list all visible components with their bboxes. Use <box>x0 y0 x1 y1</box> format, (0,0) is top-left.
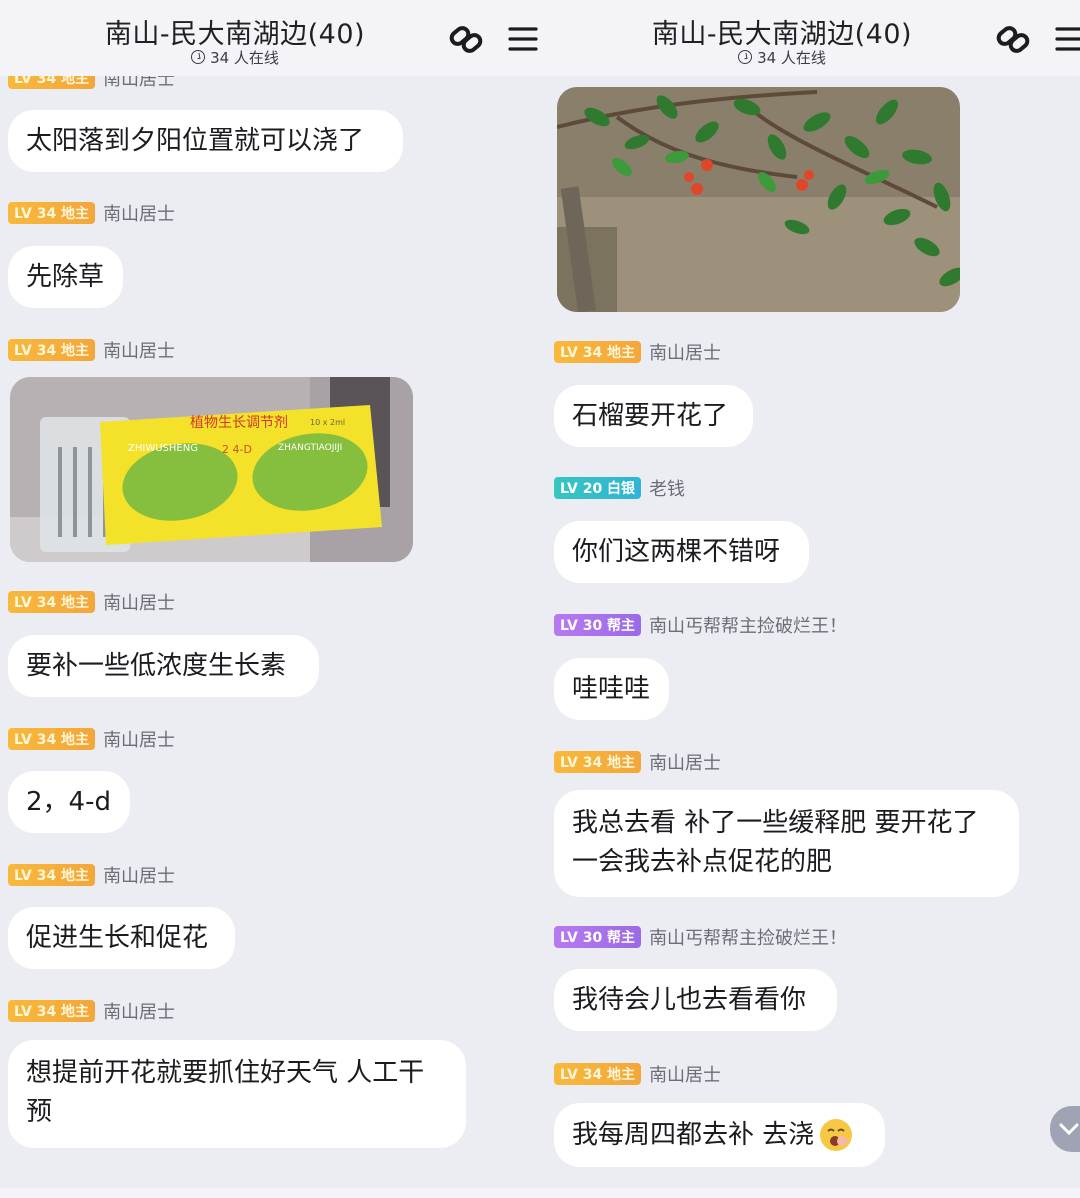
message-meta: LV 34 地主 南山居士 <box>554 340 721 364</box>
link-icon[interactable] <box>995 20 1033 58</box>
scroll-to-bottom-button[interactable] <box>1050 1106 1080 1152</box>
sender-name[interactable]: 老钱 <box>649 475 685 501</box>
message-text: 我待会儿也去看看你 <box>572 985 807 1015</box>
level-badge: LV 34 地主 <box>554 341 642 363</box>
packet-text-right: ZHANGTIAOJIJI <box>278 443 342 453</box>
packet-photo: 植物生长调节剂 10 x 2ml ZHIWUSHENG 2 4-D ZHANGT… <box>10 377 413 562</box>
sender-name[interactable]: 南山丐帮帮主捡破烂王！ <box>649 612 847 638</box>
emoji-face-icon <box>821 1120 852 1150</box>
online-icon <box>191 50 206 64</box>
sender-name[interactable]: 南山居士 <box>103 589 175 615</box>
chat-panel-right: 南山-民大南湖边(40) 34 人在线 LV 34 地主 南山居士 石榴要开花了… <box>540 0 1080 1198</box>
message-bubble[interactable]: 你们这两棵不错呀 <box>554 521 809 583</box>
photo-of-plant-growth-regulator-packet[interactable]: 植物生长调节剂 10 x 2ml ZHIWUSHENG 2 4-D ZHANGT… <box>10 377 413 562</box>
level-badge: LV 34 地主 <box>8 728 96 750</box>
message-text: 促进生长和促花 <box>26 923 209 953</box>
message-bubble[interactable]: 我每周四都去补 去浇 <box>554 1103 885 1167</box>
message-meta: LV 34 地主 南山居士 <box>8 338 175 362</box>
sender-name[interactable]: 南山居士 <box>649 339 721 365</box>
message-meta: LV 34 地主 南山居士 <box>554 750 721 774</box>
message-meta: LV 20 白银 老钱 <box>554 476 685 500</box>
menu-icon[interactable] <box>508 24 538 54</box>
message-text: 2，4-d <box>26 787 111 817</box>
sender-name[interactable]: 南山居士 <box>649 749 721 775</box>
message-bubble[interactable]: 想提前开花就要抓住好天气 人工干 预 <box>8 1040 466 1148</box>
sender-name[interactable]: 南山居士 <box>103 726 175 752</box>
bottom-bar <box>540 1188 1080 1198</box>
message-bubble[interactable]: 哇哇哇 <box>554 658 669 720</box>
sender-name[interactable]: 南山居士 <box>103 337 175 363</box>
chat-panel-left: LV 34 地主 南山居士 南山-民大南湖边(40) 34 人在线 太阳落到夕阳… <box>0 0 540 1198</box>
message-text: 要补一些低浓度生长素 <box>26 651 287 681</box>
message-meta: LV 34 地主 南山居士 <box>8 727 175 751</box>
message-meta: LV 34 地主 南山居士 <box>8 590 175 614</box>
message-meta: LV 34 地主 南山居士 <box>554 1062 721 1086</box>
level-badge: LV 20 白银 <box>554 477 642 499</box>
level-badge: LV 30 帮主 <box>554 926 642 948</box>
level-badge: LV 34 地主 <box>8 591 96 613</box>
message-meta: LV 34 地主 南山居士 <box>8 201 175 225</box>
sender-name[interactable]: 南山居士 <box>103 200 175 226</box>
message-text: 你们这两棵不错呀 <box>572 537 781 567</box>
message-bubble[interactable]: 先除草 <box>8 246 123 308</box>
message-text: 石榴要开花了 <box>572 401 729 431</box>
message-text: 先除草 <box>26 262 105 292</box>
message-text-line: 我总去看 补了一些缓释肥 要开花了 <box>572 808 979 838</box>
message-meta: LV 30 帮主 南山丐帮帮主捡破烂王！ <box>554 613 847 637</box>
packet-spec: 10 x 2ml <box>310 418 345 427</box>
message-bubble[interactable]: 太阳落到夕阳位置就可以浇了 <box>8 110 403 172</box>
message-text-line: 一会我去补点促花的肥 <box>572 847 833 877</box>
menu-icon[interactable] <box>1055 24 1080 54</box>
online-count-text: 34 人在线 <box>210 49 279 67</box>
message-text: 哇哇哇 <box>572 674 651 704</box>
tree-photo <box>557 87 960 312</box>
online-count-text: 34 人在线 <box>757 49 826 67</box>
sender-name[interactable]: 南山居士 <box>649 1061 721 1087</box>
message-bubble[interactable]: 2，4-d <box>8 771 130 833</box>
sender-name[interactable]: 南山丐帮帮主捡破烂王！ <box>649 924 847 950</box>
level-badge: LV 34 地主 <box>554 751 642 773</box>
level-badge: LV 34 地主 <box>554 1063 642 1085</box>
online-icon <box>738 50 753 64</box>
message-meta: LV 34 地主 南山居士 <box>8 999 175 1023</box>
chat-header: 南山-民大南湖边(40) 34 人在线 <box>0 0 540 76</box>
link-icon[interactable] <box>448 20 486 58</box>
sender-name[interactable]: 南山居士 <box>103 862 175 888</box>
level-badge: LV 34 地主 <box>8 202 96 224</box>
message-bubble[interactable]: 促进生长和促花 <box>8 907 235 969</box>
photo-of-pomegranate-tree-branch[interactable] <box>557 87 960 312</box>
message-bubble[interactable]: 石榴要开花了 <box>554 385 753 447</box>
bottom-bar <box>0 1188 540 1198</box>
message-bubble[interactable]: 我总去看 补了一些缓释肥 要开花了 一会我去补点促花的肥 <box>554 790 1019 897</box>
group-title[interactable]: 南山-民大南湖边(40) <box>540 12 1024 51</box>
message-text-line: 预 <box>26 1097 53 1127</box>
level-badge: LV 34 地主 <box>8 339 96 361</box>
message-bubble[interactable]: 我待会儿也去看看你 <box>554 969 837 1031</box>
message-meta: LV 30 帮主 南山丐帮帮主捡破烂王！ <box>554 925 847 949</box>
packet-title: 植物生长调节剂 <box>190 415 288 431</box>
packet-text-mid: 2 4-D <box>222 443 252 456</box>
message-bubble[interactable]: 要补一些低浓度生长素 <box>8 635 319 697</box>
message-text-line: 想提前开花就要抓住好天气 人工干 <box>26 1058 425 1088</box>
online-count: 34 人在线 <box>540 47 1024 68</box>
packet-text-left: ZHIWUSHENG <box>128 443 198 454</box>
level-badge: LV 30 帮主 <box>554 614 642 636</box>
message-meta: LV 34 地主 南山居士 <box>8 863 175 887</box>
chat-header: 南山-民大南湖边(40) 34 人在线 <box>540 0 1080 76</box>
online-count: 34 人在线 <box>0 47 470 68</box>
level-badge: LV 34 地主 <box>8 864 96 886</box>
level-badge: LV 34 地主 <box>8 1000 96 1022</box>
message-text: 我每周四都去补 去浇 <box>572 1120 815 1150</box>
message-text: 太阳落到夕阳位置就可以浇了 <box>26 126 365 156</box>
chevron-down-icon <box>1059 1123 1079 1136</box>
yawning-face-emoji <box>820 1119 853 1151</box>
sender-name[interactable]: 南山居士 <box>103 998 175 1024</box>
group-title[interactable]: 南山-民大南湖边(40) <box>0 12 470 51</box>
